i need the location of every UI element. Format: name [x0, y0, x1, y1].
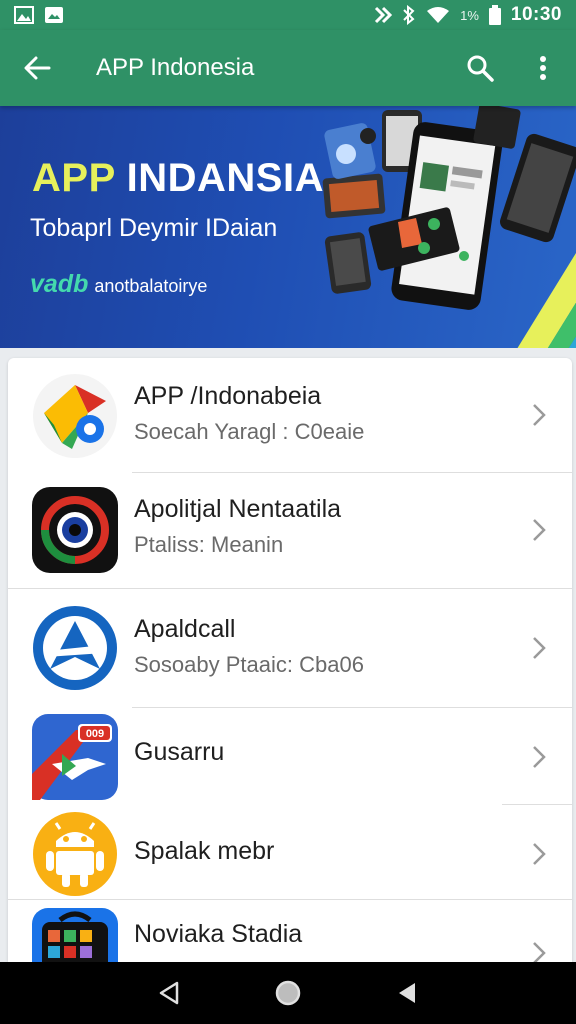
recents-icon	[398, 983, 415, 1003]
list-item-subtitle: Soecah Yaragl : C0eaie	[134, 419, 365, 444]
chevron-right-icon	[533, 404, 546, 426]
back-button[interactable]	[0, 30, 74, 106]
search-button[interactable]	[450, 30, 510, 106]
app-bar: APP Indonesia	[0, 30, 576, 106]
list-item[interactable]: Apolitjal Nentaatila Ptaliss: Meanin	[8, 473, 572, 588]
bluetooth-icon	[402, 5, 416, 25]
android-robot-icon	[33, 812, 117, 896]
chevron-right-icon	[533, 843, 546, 865]
banner-brand: vadb	[30, 270, 89, 298]
list-item-title: Apolitjal Nentaatila	[134, 495, 342, 523]
banner-title-highlight: APP	[32, 156, 116, 200]
banner-tag-text: anotbalatoirye	[94, 276, 208, 296]
icon-badge: 009	[86, 728, 104, 740]
map-plane-icon: 009	[32, 714, 118, 800]
nfc-icon	[374, 5, 393, 25]
arrow-back-icon	[24, 56, 51, 80]
compass-a-icon	[33, 606, 117, 690]
list-item-subtitle: Ptaliss: Meanin	[134, 532, 284, 557]
gallery-icon	[14, 6, 34, 24]
more-vert-icon	[540, 56, 546, 80]
back-triangle-icon	[160, 981, 179, 1005]
page-title: APP Indonesia	[96, 54, 255, 81]
list-item-title: Gusarru	[134, 738, 225, 766]
status-time: 10:30	[510, 4, 562, 25]
list-item[interactable]: Noviaka Stadia	[8, 900, 572, 962]
promo-banner[interactable]: APP INDANSIA Tobaprl Deymir IDaian vadb …	[0, 106, 576, 348]
chevron-right-icon	[533, 746, 546, 768]
list-item[interactable]: 009 Gusarru	[8, 708, 572, 804]
system-nav-bar	[0, 962, 576, 1024]
image-icon	[44, 6, 64, 24]
target-ring-icon	[32, 487, 118, 573]
list-item-title: Apaldcall	[134, 615, 236, 643]
list-item[interactable]: Apaldcall Sosoaby Ptaaic: Cba06	[8, 589, 572, 707]
nav-back-button[interactable]	[139, 962, 199, 1024]
devices-illustration-icon	[322, 106, 576, 310]
battery-icon	[488, 5, 501, 25]
list-item-title: Spalak mebr	[134, 837, 275, 865]
banner-tagline: vadb anotbalatoirye	[30, 270, 207, 299]
list-item[interactable]: Spalak mebr	[8, 805, 572, 899]
battery-percent: 1%	[460, 7, 479, 23]
more-options-button[interactable]	[510, 30, 576, 106]
nav-home-button[interactable]	[258, 962, 318, 1024]
list-item-subtitle: Sosoaby Ptaaic: Cba06	[134, 652, 364, 677]
wifi-icon	[426, 6, 450, 24]
chevron-right-icon	[533, 942, 546, 962]
banner-title: APP INDANSIA	[32, 156, 324, 201]
list-item[interactable]: APP /Indonabeia Soecah Yaragl : C0eaie	[8, 358, 572, 472]
media-bag-icon	[32, 908, 118, 962]
google-maps-like-icon	[33, 374, 117, 458]
nav-recents-button[interactable]	[377, 962, 437, 1024]
list-item-title: APP /Indonabeia	[134, 382, 322, 410]
list-item-title: Noviaka Stadia	[134, 920, 303, 948]
app-list: APP /Indonabeia Soecah Yaragl : C0eaie A…	[8, 358, 572, 962]
banner-subtitle: Tobaprl Deymir IDaian	[30, 214, 278, 242]
status-bar: 1% 10:30	[0, 0, 576, 30]
chevron-right-icon	[533, 637, 546, 659]
chevron-right-icon	[533, 519, 546, 541]
banner-title-rest: INDANSIA	[115, 156, 324, 200]
search-icon	[467, 55, 494, 82]
home-circle-icon	[275, 980, 301, 1006]
